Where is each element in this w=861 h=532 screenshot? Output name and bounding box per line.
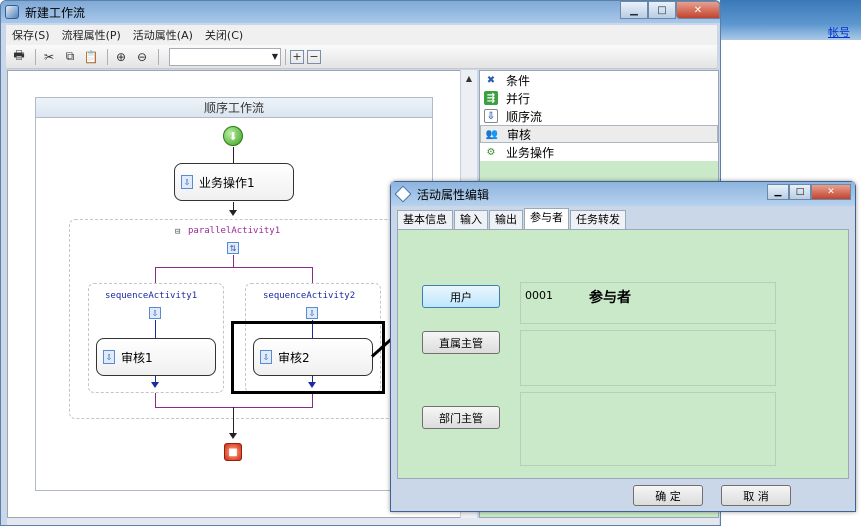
parallel-icon: ⇶: [484, 91, 498, 105]
print-icon[interactable]: 🖶: [10, 48, 28, 66]
arrow-icon: [229, 433, 237, 439]
sequence-label: sequenceActivity1: [105, 291, 198, 301]
participants-pane: 用户 0001 参与者 直属主管 部门主管: [397, 229, 849, 479]
toolbox-item-label: 业务操作: [506, 145, 555, 160]
zoom-in-icon[interactable]: ⊕: [112, 48, 130, 66]
connector: [155, 320, 156, 338]
toolbar-separator: [158, 48, 159, 65]
sequence-label: sequenceActivity2: [263, 291, 356, 301]
tab-task-forward[interactable]: 任务转发: [570, 210, 626, 229]
tab-participants[interactable]: 参与者: [524, 208, 569, 229]
toolbox-item-sequence[interactable]: ⇩ 顺序流: [480, 107, 718, 125]
dialog-controls: ▁ □ ✕: [767, 184, 851, 200]
participant-code: 0001: [525, 289, 553, 302]
department-supervisor-list[interactable]: [520, 392, 776, 466]
collapse-icon[interactable]: −: [307, 49, 321, 64]
minimize-button[interactable]: ▁: [620, 1, 648, 19]
selection-highlight: [231, 321, 385, 394]
connector: [155, 407, 313, 408]
tab-basic-info[interactable]: 基本信息: [397, 210, 453, 229]
background-link[interactable]: 帐号: [828, 24, 850, 40]
toolbar-separator: [107, 48, 108, 65]
window-controls: ▁ □ ✕: [620, 1, 720, 19]
tab-output[interactable]: 输出: [489, 210, 523, 229]
toolbox-item-parallel[interactable]: ⇶ 并行: [480, 89, 718, 107]
scroll-up-icon[interactable]: ▲: [461, 70, 477, 86]
end-node-icon: ■: [224, 443, 242, 461]
connector: [155, 267, 156, 283]
review-icon: 👥: [485, 128, 499, 140]
arrow-icon: [229, 210, 237, 216]
participant-name: 参与者: [589, 290, 631, 306]
dialog-title: 活动属性编辑: [417, 187, 490, 202]
paste-icon[interactable]: 📋: [82, 48, 100, 66]
root-sequence-title: 顺序工作流: [36, 98, 432, 118]
sequence-icon: ⇩: [149, 307, 161, 319]
activity-icon: ⇩: [181, 175, 193, 189]
toolbox-item-label: 顺序流: [506, 109, 543, 124]
parallel-icon: ⇅: [227, 242, 239, 254]
main-titlebar[interactable]: 新建工作流: [1, 1, 720, 23]
direct-supervisor-button[interactable]: 直属主管: [422, 331, 500, 354]
business-icon: ⚙: [486, 146, 496, 158]
window-title: 新建工作流: [25, 5, 86, 20]
user-button[interactable]: 用户: [422, 285, 500, 308]
horizontal-scrollbar[interactable]: [7, 518, 719, 525]
toolbar-separator: [35, 48, 36, 65]
zoom-combo[interactable]: ▼: [169, 47, 281, 66]
condition-icon: ✖: [486, 74, 496, 86]
activity-label: 审核1: [121, 350, 153, 365]
direct-supervisor-list[interactable]: [520, 330, 776, 386]
activity-property-dialog: 活动属性编辑 ▁ □ ✕ 基本信息 输入 输出 参与者 任务转发 用户 0001…: [390, 181, 856, 512]
tab-input[interactable]: 输入: [454, 210, 488, 229]
menu-activity-properties[interactable]: 活动属性(A): [127, 27, 199, 43]
connector: [233, 255, 234, 267]
dialog-close-button[interactable]: ✕: [811, 184, 851, 200]
menu-bar: 保存(S) 流程属性(P) 活动属性(A) 关闭(C): [6, 25, 717, 45]
toolbar: 🖶 ✂ ⧉ 📋 ⊕ ⊖ ▼ + −: [6, 45, 717, 69]
toolbox-item-label: 条件: [506, 73, 531, 88]
connector: [233, 147, 234, 163]
menu-close[interactable]: 关闭(C): [199, 27, 249, 43]
sequence-icon: ⇩: [306, 307, 318, 319]
toolbox-item-label: 并行: [506, 91, 531, 106]
connector: [155, 267, 313, 268]
dialog-minimize-button[interactable]: ▁: [767, 184, 789, 200]
expand-icon[interactable]: +: [290, 49, 304, 64]
ok-button[interactable]: 确 定: [633, 485, 703, 506]
start-node-icon: ⬇: [223, 126, 243, 146]
sequence-icon: ⇩: [484, 109, 498, 123]
maximize-button[interactable]: □: [648, 1, 676, 19]
zoom-out-icon[interactable]: ⊖: [133, 48, 151, 66]
arrow-icon: [151, 382, 159, 388]
chevron-down-icon: ▼: [271, 51, 278, 61]
toolbox-item-business[interactable]: ⚙ 业务操作: [480, 143, 718, 161]
dialog-maximize-button[interactable]: □: [789, 184, 811, 200]
department-supervisor-button[interactable]: 部门主管: [422, 406, 500, 429]
activity-icon: ⇩: [103, 350, 115, 364]
toolbox-item-condition[interactable]: ✖ 条件: [480, 71, 718, 89]
app-icon: [5, 5, 19, 19]
toolbox-item-review[interactable]: 👥 审核: [480, 125, 718, 143]
toolbar-separator: [285, 48, 286, 65]
connector: [155, 393, 156, 407]
dialog-app-icon: [394, 185, 412, 203]
connector: [312, 267, 313, 283]
activity-label: 业务操作1: [199, 175, 255, 190]
activity-business-1[interactable]: ⇩ 业务操作1: [174, 163, 294, 201]
close-button[interactable]: ✕: [676, 1, 720, 19]
toolbox-item-label: 审核: [507, 127, 532, 142]
menu-save[interactable]: 保存(S): [6, 27, 56, 43]
dialog-tabs: 基本信息 输入 输出 参与者 任务转发: [397, 208, 627, 230]
user-list[interactable]: 0001 参与者: [520, 282, 776, 324]
collapse-icon[interactable]: ⊟: [175, 227, 180, 237]
cut-icon[interactable]: ✂: [40, 48, 58, 66]
connector: [312, 393, 313, 407]
copy-icon[interactable]: ⧉: [61, 48, 79, 66]
parallel-label: parallelActivity1: [188, 226, 281, 236]
activity-review-1[interactable]: ⇩ 审核1: [96, 338, 216, 376]
connector: [233, 407, 234, 435]
menu-flow-properties[interactable]: 流程属性(P): [56, 27, 127, 43]
cancel-button[interactable]: 取 消: [721, 485, 791, 506]
